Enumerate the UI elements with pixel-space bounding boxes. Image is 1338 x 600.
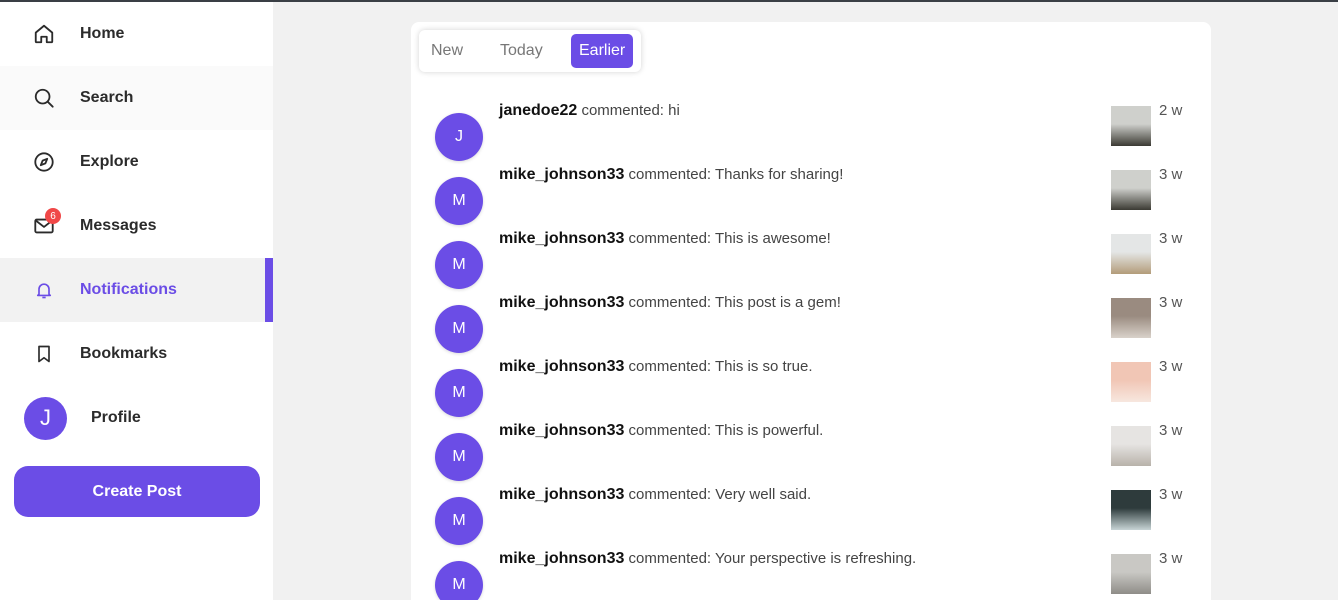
notification-action: commented: This is powerful. xyxy=(628,422,824,439)
sidebar-item-label: Bookmarks xyxy=(80,345,168,362)
tab-earlier[interactable]: Earlier xyxy=(571,34,634,68)
sidebar-item-messages[interactable]: 6 Messages xyxy=(0,194,273,258)
notification-action: commented: This post is a gem! xyxy=(628,294,841,311)
create-post-button[interactable]: Create Post xyxy=(14,466,260,517)
avatar[interactable]: M xyxy=(435,305,483,353)
notification-item[interactable]: Mmike_johnson33 commented: Very well sai… xyxy=(411,478,1211,545)
notification-item[interactable]: Mmike_johnson33 commented: Thanks for sh… xyxy=(411,158,1211,225)
sidebar-item-label: Explore xyxy=(80,153,139,170)
notification-time: 2 w xyxy=(1159,102,1183,119)
notification-text: mike_johnson33 commented: Thanks for sha… xyxy=(499,166,843,184)
notification-time: 3 w xyxy=(1159,486,1183,503)
sidebar: Home Search Explore 6 Messages Notificat… xyxy=(0,2,273,600)
notification-username[interactable]: mike_johnson33 xyxy=(499,230,624,247)
notification-time: 3 w xyxy=(1159,294,1183,311)
notifications-panel: New Today Earlier Jjanedoe22 commented: … xyxy=(411,22,1211,600)
avatar[interactable]: M xyxy=(435,497,483,545)
bookmark-icon xyxy=(33,343,55,365)
notification-action: commented: Your perspective is refreshin… xyxy=(628,550,917,567)
notification-username[interactable]: mike_johnson33 xyxy=(499,166,624,183)
sidebar-item-profile[interactable]: J Profile xyxy=(0,386,273,450)
post-thumbnail[interactable] xyxy=(1111,426,1151,466)
notification-username[interactable]: mike_johnson33 xyxy=(499,486,624,503)
avatar[interactable]: M xyxy=(435,177,483,225)
notification-time: 3 w xyxy=(1159,166,1183,183)
notification-action: commented: This is awesome! xyxy=(628,230,831,247)
notification-action: commented: This is so true. xyxy=(628,358,813,375)
notification-item[interactable]: Mmike_johnson33 commented: This is so tr… xyxy=(411,350,1211,417)
avatar: J xyxy=(24,396,67,440)
notification-time: 3 w xyxy=(1159,422,1183,439)
notification-action: commented: Very well said. xyxy=(628,486,812,503)
notification-username[interactable]: mike_johnson33 xyxy=(499,294,624,311)
notification-time: 3 w xyxy=(1159,358,1183,375)
post-thumbnail[interactable] xyxy=(1111,170,1151,210)
notification-username[interactable]: janedoe22 xyxy=(499,102,577,119)
home-icon xyxy=(33,23,55,45)
notification-text: mike_johnson33 commented: Very well said… xyxy=(499,486,811,504)
post-thumbnail[interactable] xyxy=(1111,106,1151,146)
sidebar-item-label: Search xyxy=(80,89,134,106)
tab-new[interactable]: New xyxy=(423,34,471,68)
notification-username[interactable]: mike_johnson33 xyxy=(499,550,624,567)
notification-text: mike_johnson33 commented: This is powerf… xyxy=(499,422,823,440)
notification-item[interactable]: Jjanedoe22 commented: hi 2 w xyxy=(411,94,1211,161)
avatar[interactable]: M xyxy=(435,561,483,600)
sidebar-item-label: Profile xyxy=(91,409,141,426)
notification-item[interactable]: Mmike_johnson33 commented: This post is … xyxy=(411,286,1211,353)
sidebar-item-search[interactable]: Search xyxy=(0,66,273,130)
notification-text: janedoe22 commented: hi xyxy=(499,102,680,120)
notification-action: commented: hi xyxy=(581,102,680,119)
notification-text: mike_johnson33 commented: This post is a… xyxy=(499,294,841,312)
sidebar-item-label: Messages xyxy=(80,217,157,234)
notification-username[interactable]: mike_johnson33 xyxy=(499,422,624,439)
sidebar-item-bookmarks[interactable]: Bookmarks xyxy=(0,322,273,386)
search-icon xyxy=(33,87,55,109)
sidebar-item-label: Notifications xyxy=(80,281,177,298)
sidebar-item-home[interactable]: Home xyxy=(0,2,273,66)
compass-icon xyxy=(33,151,55,173)
post-thumbnail[interactable] xyxy=(1111,490,1151,530)
notification-text: mike_johnson33 commented: Your perspecti… xyxy=(499,550,916,568)
notification-item[interactable]: Mmike_johnson33 commented: Your perspect… xyxy=(411,542,1211,600)
bell-icon xyxy=(33,279,55,301)
notification-username[interactable]: mike_johnson33 xyxy=(499,358,624,375)
post-thumbnail[interactable] xyxy=(1111,298,1151,338)
avatar[interactable]: M xyxy=(435,241,483,289)
post-thumbnail[interactable] xyxy=(1111,362,1151,402)
notification-item[interactable]: Mmike_johnson33 commented: This is aweso… xyxy=(411,222,1211,289)
avatar[interactable]: J xyxy=(435,113,483,161)
notification-tabs: New Today Earlier xyxy=(419,30,641,72)
notification-item[interactable]: Mmike_johnson33 commented: This is power… xyxy=(411,414,1211,481)
unread-badge: 6 xyxy=(45,208,61,224)
notification-action: commented: Thanks for sharing! xyxy=(628,166,844,183)
post-thumbnail[interactable] xyxy=(1111,234,1151,274)
avatar[interactable]: M xyxy=(435,433,483,481)
tab-today[interactable]: Today xyxy=(492,34,551,68)
notification-time: 3 w xyxy=(1159,550,1183,567)
notification-time: 3 w xyxy=(1159,230,1183,247)
notification-text: mike_johnson33 commented: This is so tru… xyxy=(499,358,813,376)
active-indicator xyxy=(265,258,273,322)
sidebar-item-explore[interactable]: Explore xyxy=(0,130,273,194)
notification-text: mike_johnson33 commented: This is awesom… xyxy=(499,230,831,248)
post-thumbnail[interactable] xyxy=(1111,554,1151,594)
avatar[interactable]: M xyxy=(435,369,483,417)
sidebar-item-notifications[interactable]: Notifications xyxy=(0,258,273,322)
sidebar-item-label: Home xyxy=(80,25,125,42)
